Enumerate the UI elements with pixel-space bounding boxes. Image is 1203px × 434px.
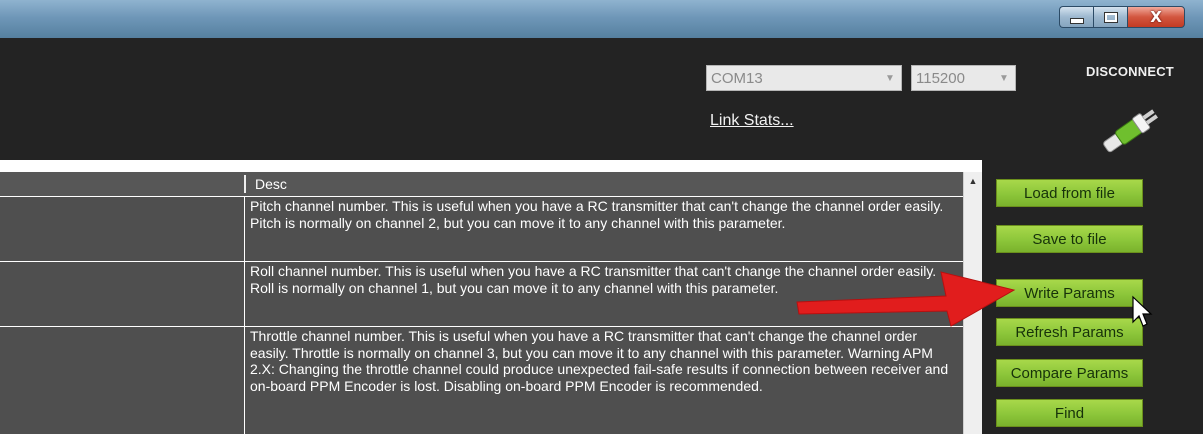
link-stats-link[interactable]: Link Stats... [710, 112, 794, 130]
refresh-params-button[interactable]: Refresh Params [996, 318, 1143, 346]
window-controls: X [1059, 6, 1185, 30]
compare-params-button[interactable]: Compare Params [996, 359, 1143, 387]
table-row[interactable]: Pitch channel number. This is useful whe… [0, 197, 963, 261]
disconnect-label[interactable]: DISCONNECT [1086, 64, 1174, 79]
column-header-desc[interactable]: Desc [255, 176, 287, 192]
grid-scrollbar[interactable]: ▲ [963, 172, 982, 434]
maximize-button[interactable] [1093, 6, 1127, 28]
maximize-icon [1103, 11, 1118, 23]
minimize-icon [1069, 18, 1084, 24]
param-name-cell[interactable] [0, 262, 244, 326]
table-row[interactable]: Roll channel number. This is useful when… [0, 262, 963, 326]
param-desc-cell: Roll channel number. This is useful when… [244, 262, 963, 326]
params-grid: Desc Pitch channel number. This is usefu… [0, 172, 963, 434]
baud-select[interactable]: 115200 ▼ [911, 65, 1016, 91]
baud-value: 115200 [916, 70, 965, 87]
save-to-file-button[interactable]: Save to file [996, 225, 1143, 253]
param-desc-cell: Throttle channel number. This is useful … [244, 327, 963, 434]
port-select[interactable]: COM13 ▼ [706, 65, 902, 91]
find-button[interactable]: Find [996, 399, 1143, 427]
connection-toolbar [0, 38, 1203, 160]
actions-panel: Load from file Save to file Write Params… [982, 160, 1203, 434]
window-titlebar: X [0, 0, 1203, 38]
scroll-up-icon[interactable]: ▲ [964, 172, 982, 190]
minimize-button[interactable] [1059, 6, 1093, 28]
screenshot: X COM13 ▼ 115200 ▼ Link Stats... DISCONN… [0, 0, 1203, 434]
load-from-file-button[interactable]: Load from file [996, 179, 1143, 207]
close-button[interactable]: X [1127, 6, 1185, 28]
column-divider[interactable] [244, 175, 246, 193]
port-value: COM13 [711, 70, 763, 87]
plug-icon[interactable] [1096, 100, 1170, 158]
grid-header: Desc [0, 172, 963, 196]
write-params-button[interactable]: Write Params [996, 279, 1143, 307]
close-icon: X [1150, 8, 1162, 26]
param-name-cell[interactable] [0, 327, 244, 434]
chevron-down-icon[interactable]: ▼ [879, 66, 901, 90]
table-row[interactable]: Throttle channel number. This is useful … [0, 327, 963, 434]
chevron-down-icon[interactable]: ▼ [993, 66, 1015, 90]
param-desc-cell: Pitch channel number. This is useful whe… [244, 197, 963, 261]
param-name-cell[interactable] [0, 197, 244, 261]
